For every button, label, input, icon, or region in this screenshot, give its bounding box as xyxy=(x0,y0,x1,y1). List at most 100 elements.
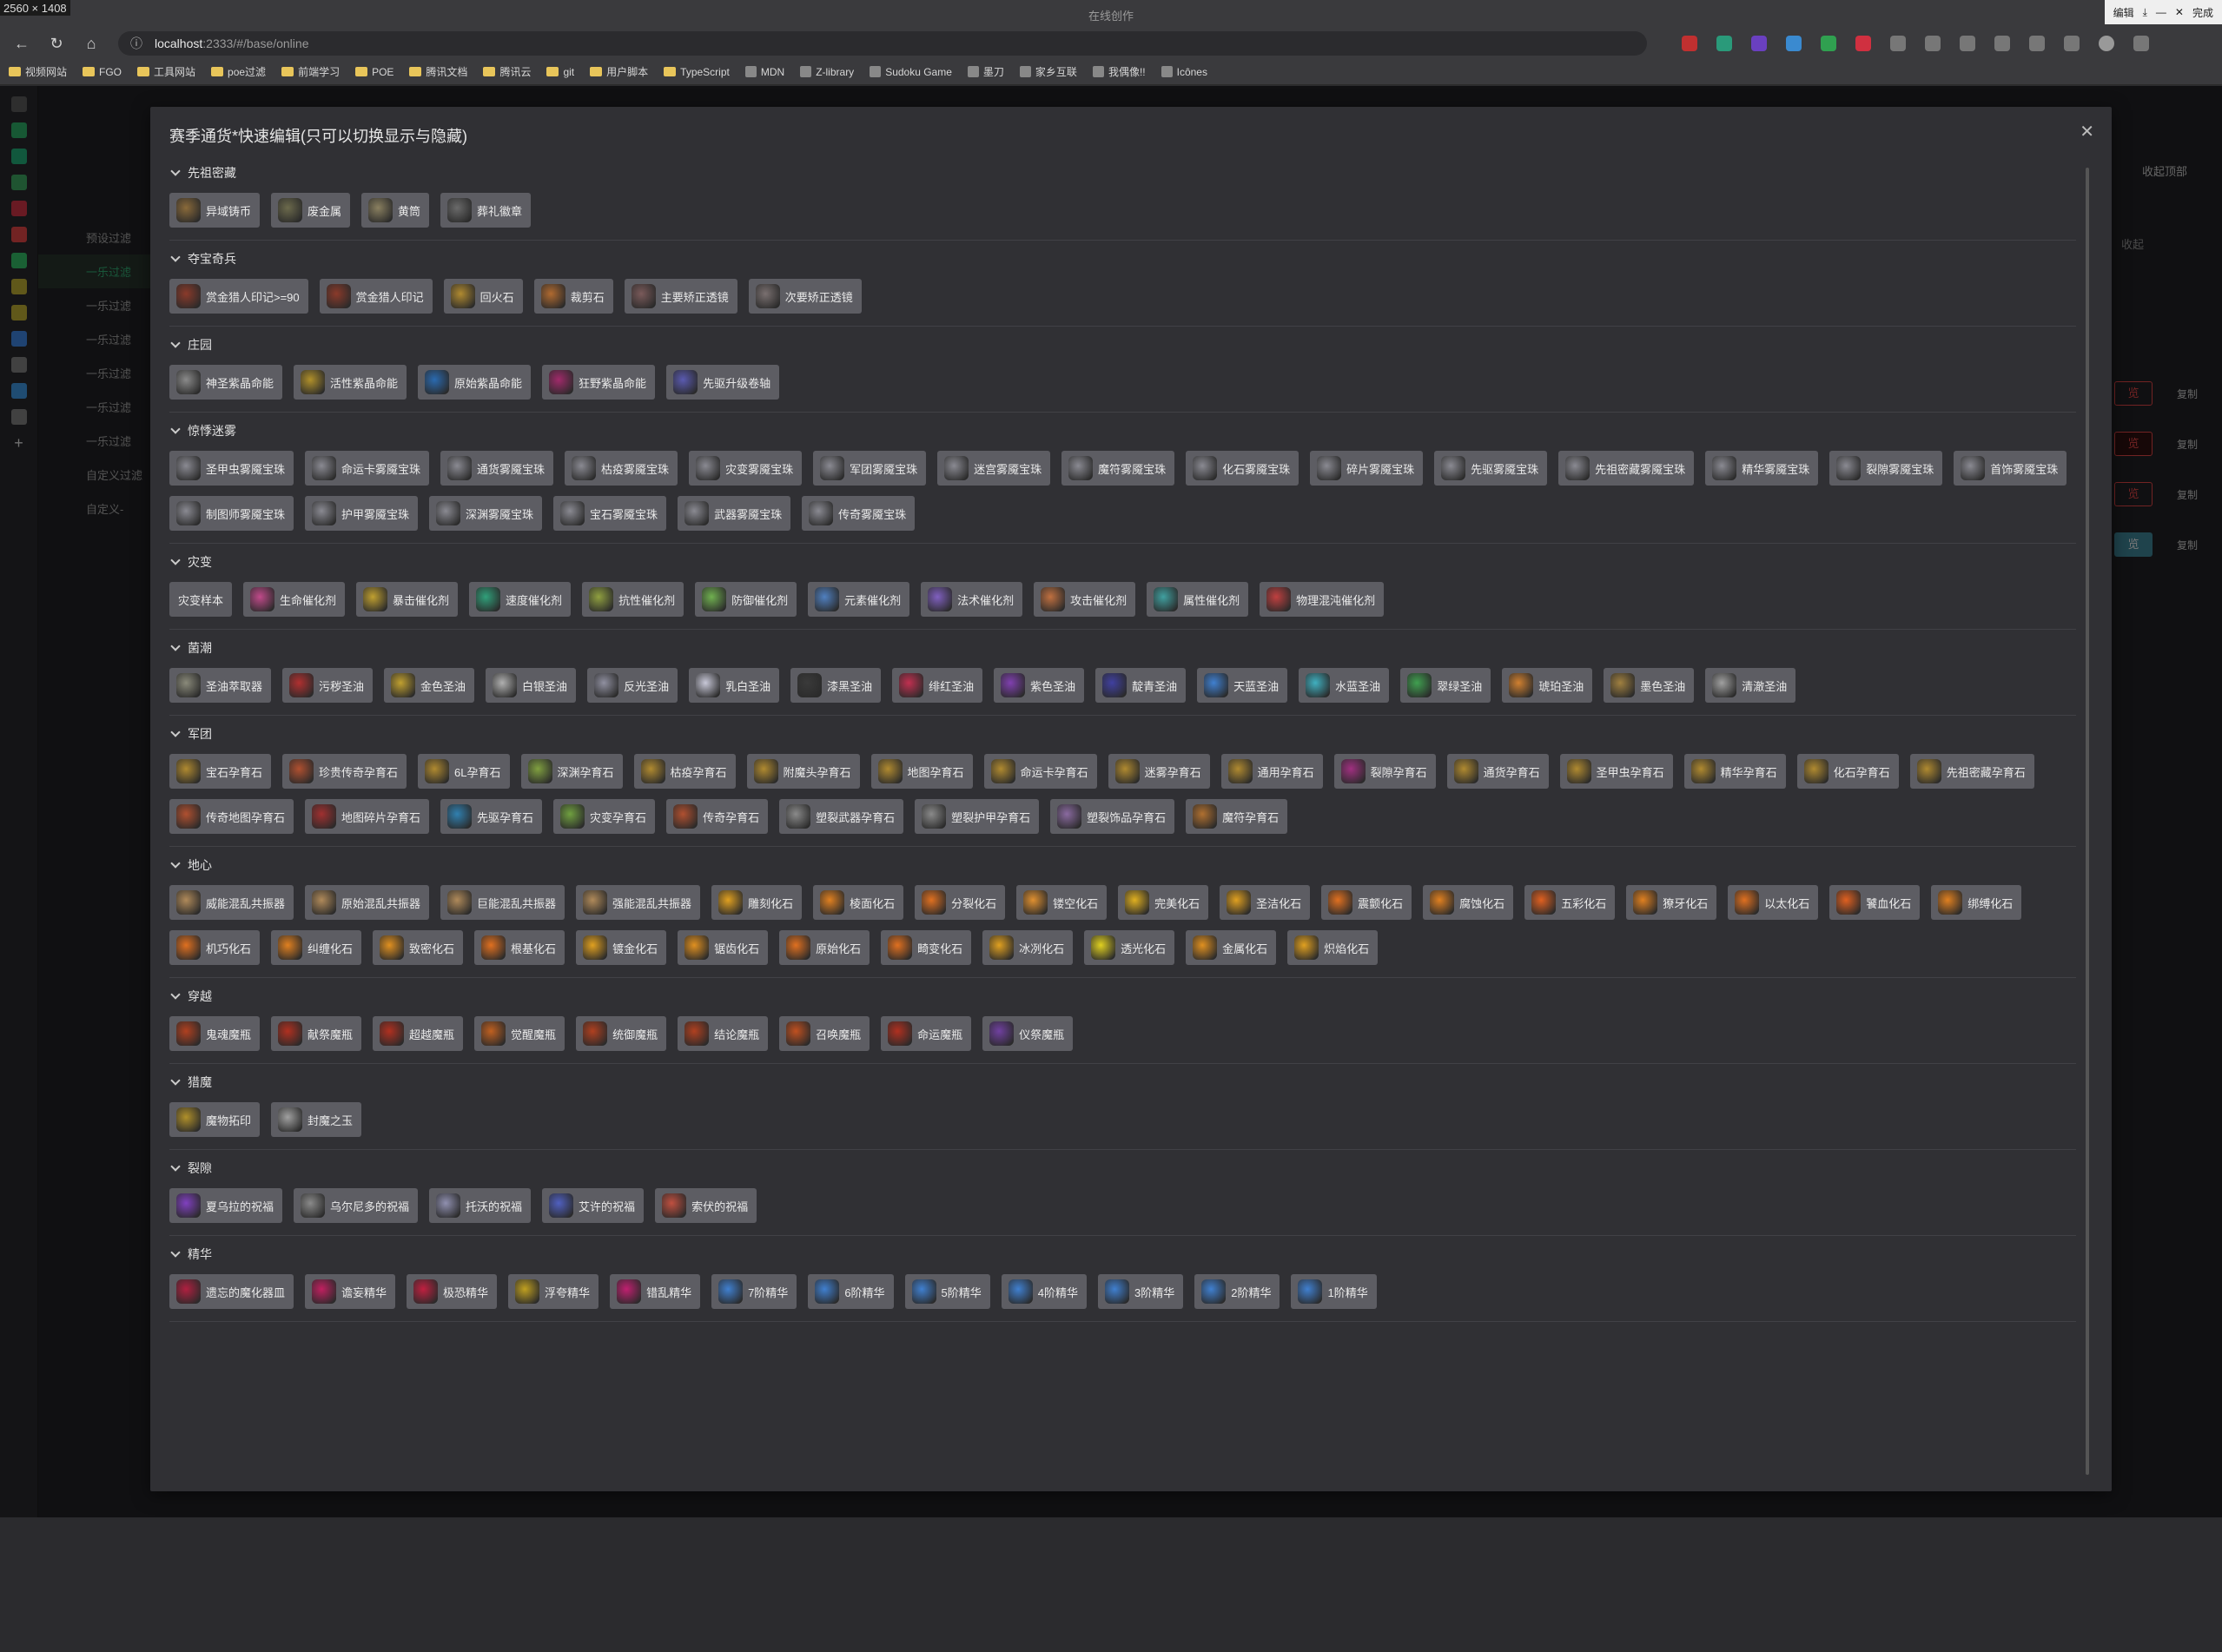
toggle-item-button[interactable]: 艾许的祝福 xyxy=(542,1188,645,1223)
chevron-down-icon[interactable] xyxy=(170,1247,181,1258)
toggle-item-button[interactable]: 圣甲虫孕育石 xyxy=(1559,754,1673,789)
extension-icon[interactable] xyxy=(1716,36,1732,51)
bookmark-item[interactable]: 我偶像!! xyxy=(1092,64,1146,79)
toggle-item-button[interactable]: 反光圣油 xyxy=(587,668,678,703)
toggle-item-button[interactable]: 绑缚化石 xyxy=(1931,885,2022,920)
extension-icon[interactable] xyxy=(1890,36,1906,51)
toggle-item-button[interactable]: 防御催化剂 xyxy=(695,582,797,617)
toggle-item-button[interactable]: 4阶精华 xyxy=(1001,1274,1088,1309)
section-header[interactable]: 惊悸迷雾 xyxy=(169,423,2076,439)
toggle-item-button[interactable]: 根基化石 xyxy=(474,930,565,965)
toggle-item-button[interactable]: 机巧化石 xyxy=(169,930,261,965)
toggle-item-button[interactable]: 献祭魔瓶 xyxy=(271,1016,362,1051)
chevron-down-icon[interactable] xyxy=(170,858,181,869)
section-header[interactable]: 裂隙 xyxy=(169,1160,2076,1176)
toggle-item-button[interactable]: 宝石孕育石 xyxy=(169,754,272,789)
toggle-item-button[interactable]: 腐蚀化石 xyxy=(1423,885,1514,920)
toggle-item-button[interactable]: 先祖密藏孕育石 xyxy=(1909,754,2034,789)
toggle-item-button[interactable]: 浮夸精华 xyxy=(508,1274,599,1309)
toggle-item-button[interactable]: 原始化石 xyxy=(779,930,870,965)
section-header[interactable]: 夺宝奇兵 xyxy=(169,251,2076,267)
bookmark-item[interactable]: 视频网站 xyxy=(9,64,67,79)
toggle-item-button[interactable]: 物理混沌催化剂 xyxy=(1260,582,1385,617)
bookmark-item[interactable]: 腾讯云 xyxy=(483,64,531,79)
toggle-item-button[interactable]: 以太化石 xyxy=(1728,885,1819,920)
bookmark-item[interactable]: 工具网站 xyxy=(137,64,195,79)
toggle-item-button[interactable]: 完美化石 xyxy=(1118,885,1209,920)
toggle-item-button[interactable]: 雕刻化石 xyxy=(711,885,803,920)
extension-icon[interactable] xyxy=(1821,36,1836,51)
toggle-item-button[interactable]: 畸变化石 xyxy=(881,930,972,965)
chevron-down-icon[interactable] xyxy=(170,252,181,262)
toggle-item-button[interactable]: 枯疫孕育石 xyxy=(633,754,736,789)
toggle-item-button[interactable]: 仪祭魔瓶 xyxy=(982,1016,1074,1051)
toggle-item-button[interactable]: 塑裂护甲孕育石 xyxy=(915,799,1040,834)
toggle-item-button[interactable]: 索伏的祝福 xyxy=(655,1188,757,1223)
toggle-item-button[interactable]: 护甲雾魇宝珠 xyxy=(305,496,419,531)
chevron-down-icon[interactable] xyxy=(170,641,181,651)
toggle-item-button[interactable]: 漆黑圣油 xyxy=(790,668,882,703)
back-icon[interactable]: ← xyxy=(9,35,35,53)
toggle-item-button[interactable]: 通货雾魇宝珠 xyxy=(440,451,554,486)
toggle-item-button[interactable]: 制图师雾魇宝珠 xyxy=(169,496,294,531)
extension-icon[interactable] xyxy=(1994,36,2010,51)
toggle-item-button[interactable]: 乳白圣油 xyxy=(689,668,780,703)
section-header[interactable]: 精华 xyxy=(169,1246,2076,1262)
toggle-item-button[interactable]: 攻击催化剂 xyxy=(1034,582,1136,617)
toggle-item-button[interactable]: 赏金猎人印记>=90 xyxy=(169,279,308,314)
toggle-item-button[interactable]: 裂隙孕育石 xyxy=(1333,754,1436,789)
toggle-item-button[interactable]: 圣甲虫雾魇宝珠 xyxy=(169,451,294,486)
toggle-item-button[interactable]: 五彩化石 xyxy=(1524,885,1616,920)
toggle-item-button[interactable]: 水蓝圣油 xyxy=(1299,668,1390,703)
toggle-item-button[interactable]: 威能混乱共振器 xyxy=(169,885,294,920)
toggle-item-button[interactable]: 抗性催化剂 xyxy=(582,582,684,617)
extension-icon[interactable] xyxy=(1751,36,1767,51)
home-icon[interactable]: ⌂ xyxy=(78,35,104,53)
toggle-item-button[interactable]: 迷宫雾魇宝珠 xyxy=(937,451,1051,486)
toggle-item-button[interactable]: 元素催化剂 xyxy=(808,582,910,617)
toggle-item-button[interactable]: 碎片雾魇宝珠 xyxy=(1310,451,1424,486)
bookmark-item[interactable]: Z-library xyxy=(800,66,854,78)
bookmark-item[interactable]: Sudoku Game xyxy=(870,66,952,78)
chevron-down-icon[interactable] xyxy=(170,1075,181,1086)
url-input[interactable]: ⓘ localhost :2333/#/base/online xyxy=(118,31,1647,56)
toggle-item-button[interactable]: 原始混乱共振器 xyxy=(305,885,430,920)
chevron-down-icon[interactable] xyxy=(170,1161,181,1172)
toggle-item-button[interactable]: 灾变雾魇宝珠 xyxy=(689,451,803,486)
bookmark-item[interactable]: poe过滤 xyxy=(211,64,266,79)
extension-icon[interactable] xyxy=(2029,36,2045,51)
toggle-item-button[interactable]: 先驱孕育石 xyxy=(440,799,543,834)
toggle-item-button[interactable]: 枯疫雾魇宝珠 xyxy=(565,451,678,486)
toggle-item-button[interactable]: 传奇地图孕育石 xyxy=(169,799,294,834)
toggle-item-button[interactable]: 3阶精华 xyxy=(1098,1274,1184,1309)
chevron-down-icon[interactable] xyxy=(170,727,181,737)
toggle-item-button[interactable]: 金色圣油 xyxy=(384,668,475,703)
edit-button[interactable]: 编辑 xyxy=(2113,5,2134,20)
toggle-item-button[interactable]: 暴击催化剂 xyxy=(356,582,459,617)
bookmark-item[interactable]: 墨刀 xyxy=(967,64,1004,79)
toggle-item-button[interactable]: 塑裂饰品孕育石 xyxy=(1050,799,1175,834)
toggle-item-button[interactable]: 超越魔瓶 xyxy=(373,1016,464,1051)
toggle-item-button[interactable]: 通用孕育石 xyxy=(1220,754,1323,789)
toggle-item-button[interactable]: 传奇孕育石 xyxy=(666,799,769,834)
toggle-item-button[interactable]: 翠绿圣油 xyxy=(1400,668,1491,703)
toggle-item-button[interactable]: 震颤化石 xyxy=(1321,885,1412,920)
chevron-down-icon[interactable] xyxy=(170,338,181,348)
toggle-item-button[interactable]: 5阶精华 xyxy=(904,1274,990,1309)
toggle-item-button[interactable]: 宝石雾魇宝珠 xyxy=(553,496,667,531)
section-header[interactable]: 猎魔 xyxy=(169,1074,2076,1090)
toggle-item-button[interactable]: 乌尔尼多的祝福 xyxy=(294,1188,419,1223)
toggle-item-button[interactable]: 传奇雾魇宝珠 xyxy=(802,496,916,531)
extension-icon[interactable] xyxy=(1786,36,1802,51)
toggle-item-button[interactable]: 错乱精华 xyxy=(610,1274,701,1309)
toggle-item-button[interactable]: 附魔头孕育石 xyxy=(746,754,860,789)
toggle-item-button[interactable]: 圣洁化石 xyxy=(1220,885,1311,920)
toggle-item-button[interactable]: 饕血化石 xyxy=(1829,885,1921,920)
toggle-item-button[interactable]: 锯齿化石 xyxy=(678,930,769,965)
toggle-item-button[interactable]: 魔符雾魇宝珠 xyxy=(1061,451,1175,486)
toggle-item-button[interactable]: 命运卡孕育石 xyxy=(983,754,1097,789)
toggle-item-button[interactable]: 托沃的祝福 xyxy=(429,1188,532,1223)
toggle-item-button[interactable]: 生命催化剂 xyxy=(243,582,346,617)
toggle-item-button[interactable]: 金属化石 xyxy=(1186,930,1277,965)
close-window-icon[interactable]: ✕ xyxy=(2175,6,2184,18)
